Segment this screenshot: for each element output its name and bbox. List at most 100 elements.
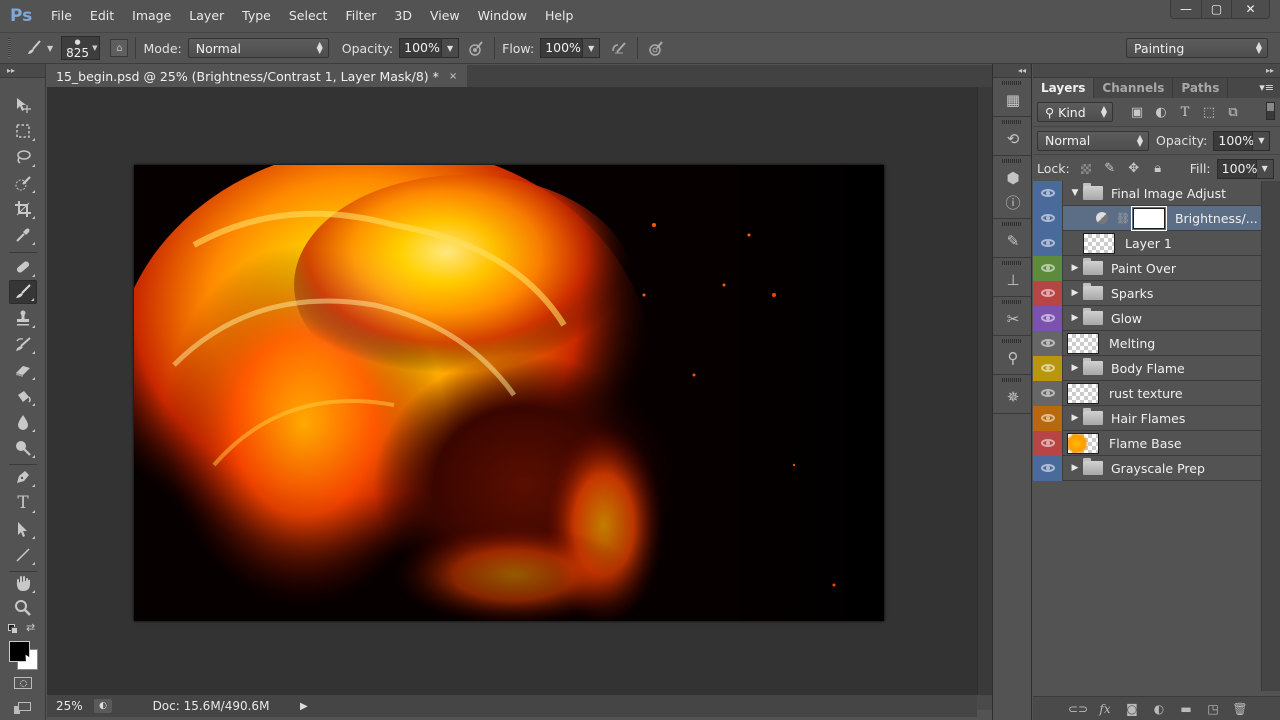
brush-panel-icon[interactable]: ⚲ [993,346,1033,370]
dock-grip[interactable] [1002,222,1022,226]
zoom-tool[interactable] [9,596,37,620]
filter-toggle-switch[interactable] [1266,102,1275,120]
eraser-tool[interactable] [9,358,37,382]
layer-row[interactable]: Flame Base [1033,430,1261,456]
layer-row[interactable]: ▼ Final Image Adjust [1033,180,1261,206]
link-layers-icon[interactable]: ⊂⊃ [1068,702,1088,716]
canvas-vertical-scrollbar[interactable] [977,87,992,695]
new-adjustment-layer-icon[interactable]: ◐ [1149,702,1169,716]
group-collapsed-arrow-icon[interactable]: ▶ [1067,288,1083,298]
tool-presets-panel-icon[interactable]: ✂ [993,307,1033,331]
close-window-button[interactable]: ✕ [1231,0,1269,18]
filter-kind-select[interactable]: ⚲ Kind ▲ ▼ [1037,102,1113,122]
visibility-eye-icon[interactable] [1033,305,1062,331]
layer-opacity-input[interactable]: 100% [1213,130,1254,151]
healing-brush-tool[interactable] [9,255,37,279]
filter-pixel-icon[interactable]: ▣ [1127,103,1147,121]
dock-grip[interactable] [1002,159,1022,163]
group-collapsed-arrow-icon[interactable]: ▶ [1067,313,1083,323]
clone-source-panel-icon[interactable]: ⊥ [993,268,1033,292]
filter-type-icon[interactable]: T [1175,103,1195,121]
menu-filter[interactable]: Filter [336,0,385,32]
brush-preset-icon[interactable] [23,37,45,59]
mode-select[interactable]: Normal ▲ ▼ [187,38,329,58]
lock-all-icon[interactable]: 🔒︎ [1148,160,1168,178]
minimize-button[interactable]: — [1171,0,1201,18]
layer-row-selected[interactable]: ⛓ Brightness/... [1033,205,1261,231]
lock-position-icon[interactable]: ✥ [1124,160,1144,178]
dock-grip[interactable] [1002,339,1022,343]
clone-stamp-tool[interactable] [9,306,37,330]
maximize-button[interactable]: ▢ [1201,0,1231,18]
group-collapsed-arrow-icon[interactable]: ▶ [1067,463,1083,473]
history-panel-icon[interactable]: ⟲ [993,127,1033,151]
layer-row[interactable]: Layer 1 [1033,230,1261,256]
visibility-eye-icon[interactable] [1033,405,1062,431]
pressure-opacity-icon[interactable] [465,37,487,59]
layers-scrollbar[interactable] [1261,181,1280,691]
layer-row[interactable]: Melting [1033,330,1261,356]
panel-menu-icon[interactable]: ▾≡ [1259,81,1274,94]
tools-panel-collapse[interactable]: ▸▸ [0,64,45,78]
visibility-eye-icon[interactable] [1033,230,1062,256]
dock-grip[interactable] [1002,81,1022,85]
paint-bucket-tool[interactable] [9,384,37,408]
close-document-icon[interactable]: × [449,71,457,82]
brush-preset-dropdown-icon[interactable]: ▼ [47,44,53,53]
layer-row[interactable]: ▶ Sparks [1033,280,1261,306]
document-canvas-artwork[interactable] [134,165,884,621]
status-menu-arrow-icon[interactable]: ▶ [300,701,314,712]
layer-opacity-dropdown[interactable]: ▼ [1253,130,1271,151]
menu-image[interactable]: Image [123,0,180,32]
pen-tool[interactable] [9,465,37,489]
link-icon[interactable]: ⛓ [1116,212,1130,225]
menu-3d[interactable]: 3D [385,0,421,32]
visibility-eye-icon[interactable] [1033,355,1062,381]
workspace-select[interactable]: Painting ▲ ▼ [1126,38,1268,58]
dock-grip[interactable] [1002,261,1022,265]
layer-row[interactable]: ▶ Paint Over [1033,255,1261,281]
visibility-eye-icon[interactable] [1033,255,1062,281]
lock-image-icon[interactable]: ✎ [1100,160,1120,178]
visibility-eye-icon[interactable] [1033,380,1062,406]
3d-panel-icon[interactable]: ⬢ [993,166,1033,190]
marquee-tool[interactable] [9,119,37,143]
group-collapsed-arrow-icon[interactable]: ▶ [1067,263,1083,273]
layer-mask-thumbnail[interactable] [1130,205,1167,231]
brush-presets-panel-icon[interactable]: ✎ [993,229,1033,253]
dock-grip[interactable] [1002,300,1022,304]
brush-tool[interactable] [9,280,37,304]
status-export-icon[interactable]: ◐ [94,699,112,713]
layer-row[interactable]: rust texture [1033,380,1261,406]
add-mask-icon[interactable]: ◙ [1122,702,1142,716]
history-brush-tool[interactable] [9,332,37,356]
delete-layer-icon[interactable]: 🗑︎ [1230,702,1250,716]
opacity-dropdown-button[interactable]: ▼ [442,38,460,58]
visibility-eye-icon[interactable] [1033,455,1062,481]
tab-layers[interactable]: Layers [1033,78,1095,98]
layer-row[interactable]: ▶ Grayscale Prep [1033,455,1261,481]
group-collapsed-arrow-icon[interactable]: ▶ [1067,363,1083,373]
lasso-tool[interactable] [9,145,37,169]
menu-help[interactable]: Help [536,0,583,32]
layer-row[interactable]: ▶ Hair Flames [1033,405,1261,431]
flow-dropdown-button[interactable]: ▼ [583,38,601,58]
brush-panel-toggle-icon[interactable]: ⌂ [110,39,129,57]
visibility-eye-icon[interactable] [1033,280,1062,306]
menu-select[interactable]: Select [280,0,337,32]
group-expanded-arrow-icon[interactable]: ▼ [1067,188,1083,198]
default-colors-icon[interactable] [8,624,18,634]
menu-file[interactable]: File [42,0,81,32]
eyedropper-tool[interactable] [9,223,37,247]
swatches-panel-icon[interactable]: ▦ [993,88,1033,112]
quick-mask-button[interactable] [14,677,32,689]
crop-tool[interactable] [9,197,37,221]
line-tool[interactable] [9,543,37,567]
menu-window[interactable]: Window [469,0,536,32]
panel-expand-button[interactable]: ▸▸ [1033,64,1280,78]
lock-transparent-icon[interactable] [1076,160,1096,178]
tab-channels[interactable]: Channels [1094,78,1174,98]
path-selection-tool[interactable] [9,517,37,541]
screen-mode-button[interactable] [14,702,32,716]
zoom-level-field[interactable]: 25% [47,699,94,713]
